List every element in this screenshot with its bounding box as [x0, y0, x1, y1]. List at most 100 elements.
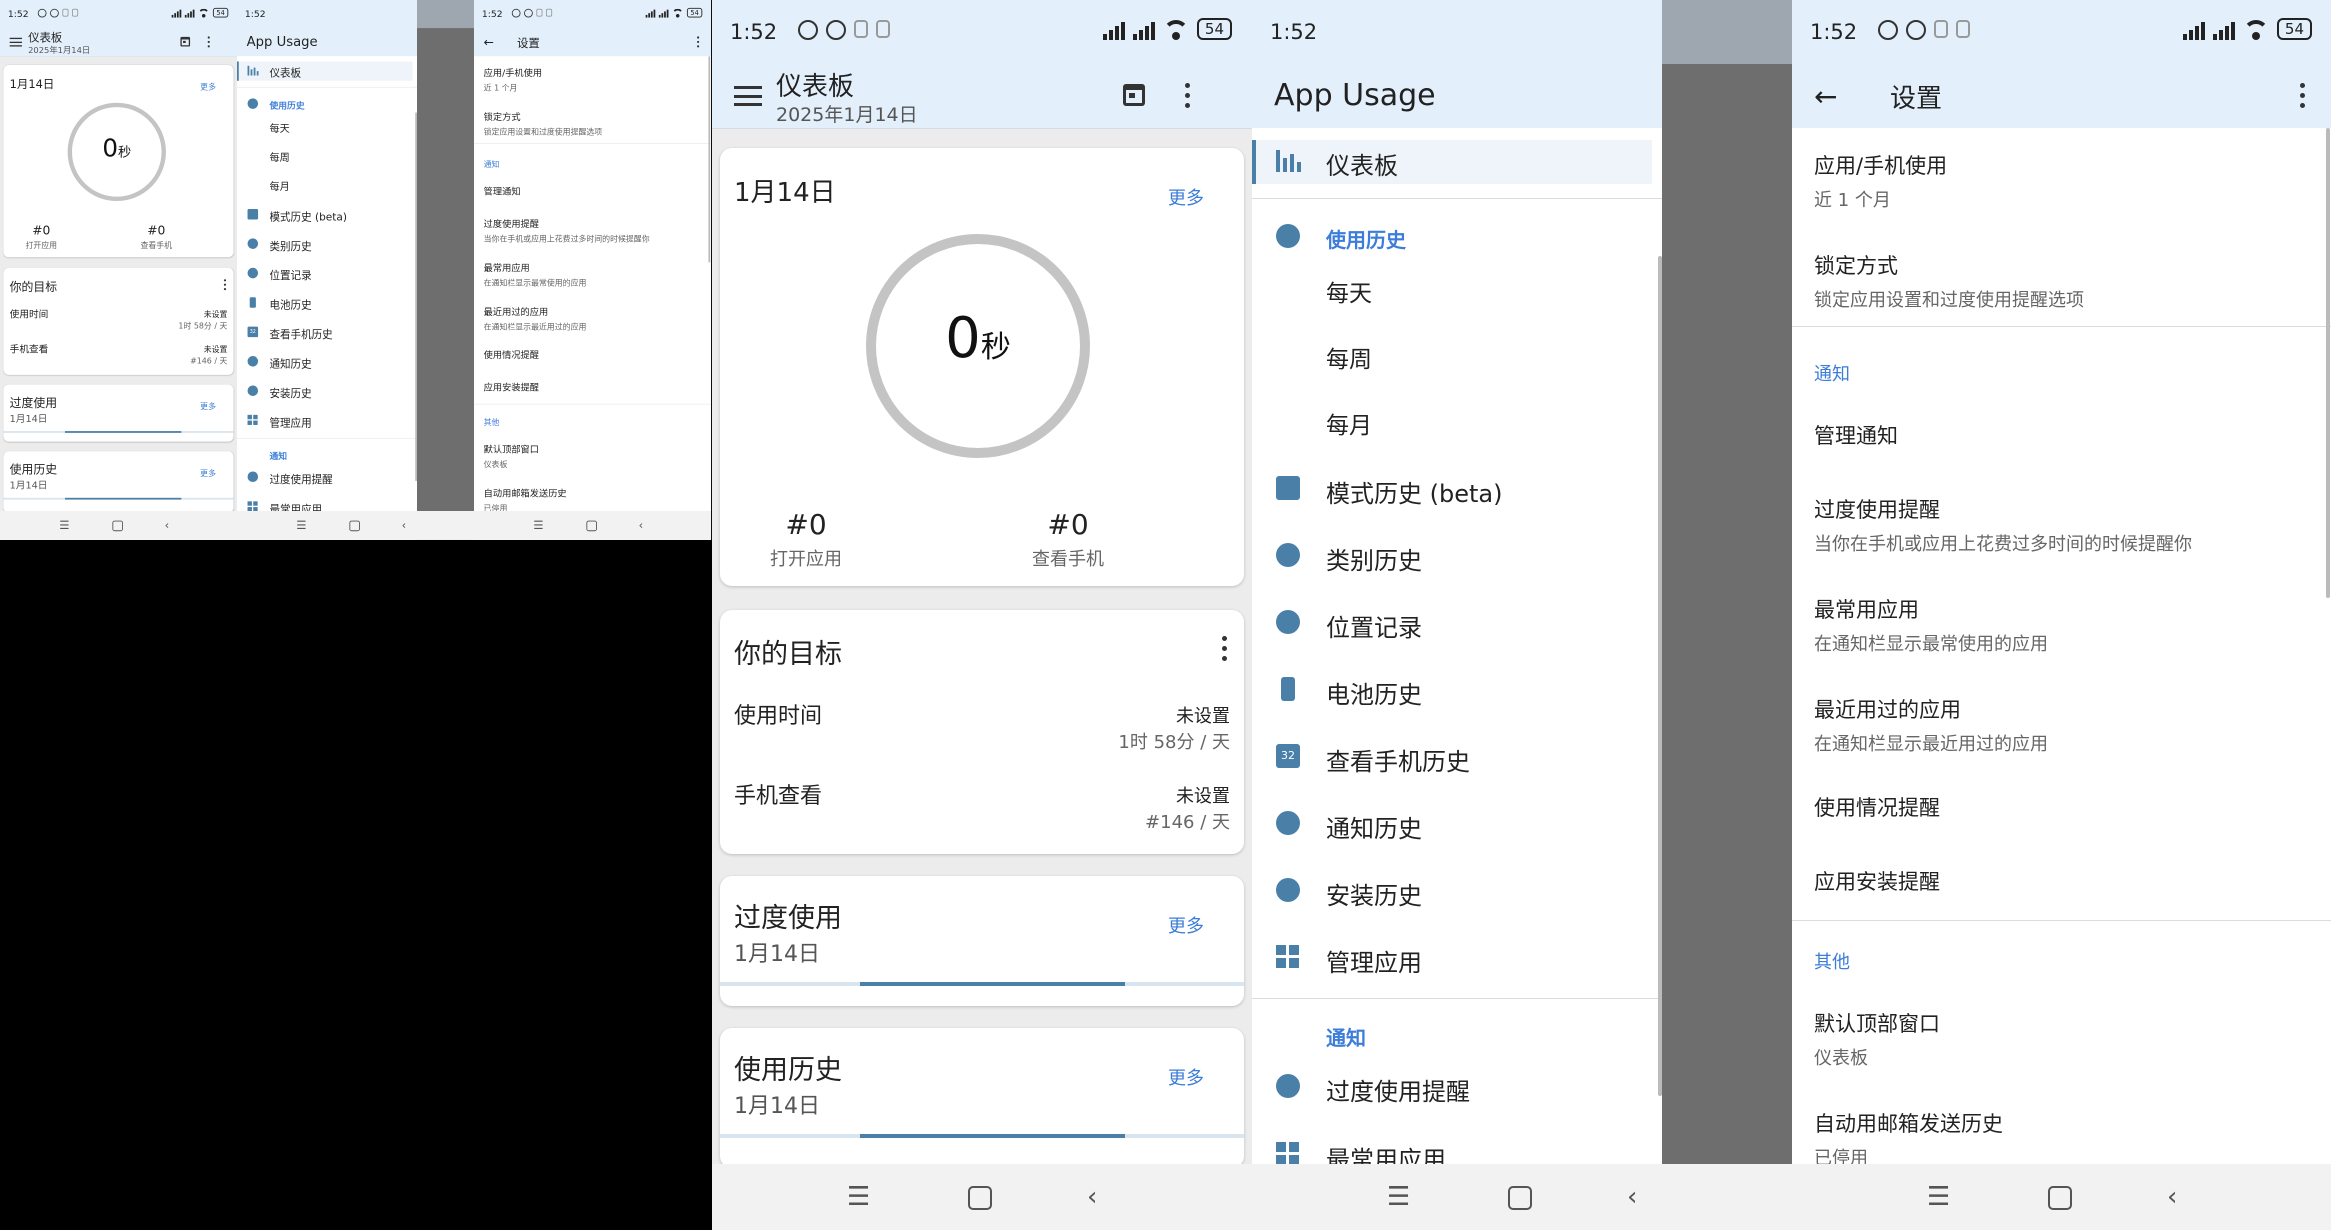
drawer-item-monthly[interactable]: 每月	[237, 176, 413, 195]
drawer-item-battery[interactable]: 电池历史	[1252, 669, 1652, 713]
drawer-item-installs[interactable]: 安装历史	[1252, 870, 1652, 914]
setting-frequent-apps[interactable]: 最常用应用 在通知栏显示最常使用的应用	[1814, 594, 2294, 656]
setting-recent-apps[interactable]: 最近用过的应用 在通知栏显示最近用过的应用	[1814, 694, 2294, 756]
drawer-item-daily[interactable]: 每天	[1252, 268, 1652, 312]
today-card[interactable]: 1月14日 更多 0秒 #0 打开应用 #0 查看手机	[720, 148, 1244, 586]
menu-icon[interactable]	[9, 37, 22, 47]
setting-manage-notifications[interactable]: 管理通知	[484, 184, 695, 197]
drawer-section-history[interactable]: 使用历史	[237, 95, 413, 114]
home-button[interactable]	[586, 520, 597, 532]
setting-lock-method[interactable]: 锁定方式 锁定应用设置和过度使用提醒选项	[1814, 250, 2294, 312]
drawer-item-category[interactable]: 类别历史	[237, 235, 413, 254]
drawer-item-overuse[interactable]: 过度使用提醒	[1252, 1066, 1652, 1110]
drawer-section-history[interactable]: 使用历史	[1252, 216, 1652, 260]
setting-default-window[interactable]: 默认顶部窗口 仪表板	[1814, 1008, 2294, 1070]
drawer-item-weekly[interactable]: 每周	[237, 147, 413, 166]
home-button[interactable]	[112, 520, 123, 532]
back-button[interactable]: ‹	[1087, 1182, 1097, 1212]
history-title: 使用历史	[734, 1055, 842, 1086]
recents-button[interactable]: ☰	[1387, 1182, 1410, 1212]
drawer-item-battery[interactable]: 电池历史	[237, 294, 413, 313]
goals-more-icon[interactable]	[1222, 636, 1228, 662]
more-options-icon[interactable]	[207, 36, 211, 48]
history-card[interactable]: 使用历史 1月14日 更多	[720, 1028, 1244, 1168]
home-button[interactable]	[349, 520, 360, 532]
overuse-card[interactable]: 过度使用 1月14日 更多	[720, 876, 1244, 1006]
setting-usage-reminder[interactable]: 使用情况提醒	[1814, 792, 2294, 822]
drawer-item-manage[interactable]: 管理应用	[237, 411, 413, 430]
back-arrow-icon[interactable]: ←	[484, 35, 494, 49]
drawer-item-location[interactable]: 位置记录	[1252, 602, 1652, 646]
history-card[interactable]: 使用历史 1月14日 更多	[3, 451, 234, 513]
setting-overuse-reminder[interactable]: 过度使用提醒 当你在手机或应用上花费过多时间的时候提醒你	[484, 217, 695, 244]
home-button[interactable]	[968, 1186, 992, 1210]
drawer-item-dashboard[interactable]: 仪表板	[237, 61, 413, 81]
setting-email-history[interactable]: 自动用邮箱发送历史 已停用	[1814, 1108, 2294, 1170]
drawer-item-pattern[interactable]: 模式历史 (beta)	[1252, 468, 1652, 512]
settings-scrollbar[interactable]	[2326, 128, 2330, 598]
history-more-link[interactable]: 更多	[200, 467, 216, 478]
drawer-item-daily[interactable]: 每天	[237, 118, 413, 137]
menu-icon[interactable]	[734, 86, 762, 106]
setting-usage-reminder[interactable]: 使用情况提醒	[484, 348, 695, 361]
today-more-link[interactable]: 更多	[1168, 184, 1204, 210]
overuse-more-link[interactable]: 更多	[200, 400, 216, 411]
setting-frequent-apps[interactable]: 最常用应用 在通知栏显示最常使用的应用	[484, 261, 695, 288]
setting-recent-apps[interactable]: 最近用过的应用 在通知栏显示最近用过的应用	[484, 305, 695, 332]
setting-manage-notifications[interactable]: 管理通知	[1814, 420, 2294, 450]
recents-button[interactable]: ☰	[296, 519, 306, 532]
back-button[interactable]: ‹	[1627, 1182, 1637, 1212]
home-button[interactable]	[1508, 1186, 1532, 1210]
goals-card[interactable]: 你的目标 使用时间 未设置 1时 58分 / 天 手机查看 未设置 #146 /…	[720, 610, 1244, 854]
drawer-item-installs[interactable]: 安装历史	[237, 382, 413, 401]
goals-card[interactable]: 你的目标 使用时间 未设置 1时 58分 / 天 手机查看 未设置 #146 /…	[3, 267, 234, 375]
setting-app-usage[interactable]: 应用/手机使用近 1 个月	[1814, 150, 2294, 212]
recents-button[interactable]: ☰	[59, 519, 69, 532]
more-options-icon[interactable]	[697, 36, 700, 48]
drawer-item-monthly[interactable]: 每月	[1252, 400, 1652, 444]
setting-install-reminder[interactable]: 应用安装提醒	[1814, 866, 2294, 896]
goals-more-icon[interactable]	[223, 279, 227, 291]
overuse-more-link[interactable]: 更多	[1168, 912, 1204, 938]
back-button[interactable]: ‹	[402, 519, 407, 532]
setting-default-window[interactable]: 默认顶部窗口 仪表板	[484, 443, 695, 470]
calendar-icon[interactable]	[1123, 84, 1145, 106]
drawer-item-unlocks[interactable]: 32 查看手机历史	[237, 323, 413, 342]
drawer-item-dashboard[interactable]: 仪表板	[1252, 140, 1652, 184]
drawer-item-weekly[interactable]: 每周	[1252, 334, 1652, 378]
setting-overuse-reminder[interactable]: 过度使用提醒 当你在手机或应用上花费过多时间的时候提醒你	[1814, 494, 2294, 556]
drawer-scrollbar[interactable]	[415, 112, 417, 482]
setting-app-usage[interactable]: 应用/手机使用近 1 个月	[484, 66, 695, 93]
drawer-item-notifications[interactable]: 通知历史	[1252, 803, 1652, 847]
drawer-item-location[interactable]: 位置记录	[237, 264, 413, 283]
drawer-item-unlocks[interactable]: 32 查看手机历史	[1252, 736, 1652, 780]
setting-lock-method[interactable]: 锁定方式 锁定应用设置和过度使用提醒选项	[484, 110, 695, 137]
setting-title: 最近用过的应用	[483, 306, 549, 317]
setting-install-reminder[interactable]: 应用安装提醒	[484, 380, 695, 393]
more-options-icon[interactable]	[2300, 83, 2306, 109]
settings-scrollbar[interactable]	[708, 56, 711, 263]
drawer-scrim[interactable]	[1662, 0, 1792, 1230]
drawer-item-category[interactable]: 类别历史	[1252, 535, 1652, 579]
drawer-item-pattern[interactable]: 模式历史 (beta)	[237, 205, 413, 224]
today-card[interactable]: 1月14日 更多 0秒 #0 打开应用 #0 查看手机	[3, 64, 234, 258]
recents-button[interactable]: ☰	[1927, 1182, 1950, 1212]
drawer-item-overuse[interactable]: 过度使用提醒	[237, 468, 413, 487]
drawer-scrim[interactable]	[416, 0, 474, 540]
today-more-link[interactable]: 更多	[200, 81, 216, 92]
back-button[interactable]: ‹	[165, 519, 170, 532]
calendar-icon[interactable]	[180, 36, 191, 47]
drawer-scrollbar[interactable]	[1658, 256, 1662, 1096]
setting-email-history[interactable]: 自动用邮箱发送历史 已停用	[484, 486, 695, 513]
overuse-card[interactable]: 过度使用 1月14日 更多	[3, 384, 234, 442]
home-button[interactable]	[2048, 1186, 2072, 1210]
back-button[interactable]: ‹	[639, 519, 644, 532]
history-more-link[interactable]: 更多	[1168, 1064, 1204, 1090]
more-options-icon[interactable]	[1185, 83, 1191, 109]
drawer-item-manage[interactable]: 管理应用	[1252, 937, 1652, 981]
recents-button[interactable]: ☰	[847, 1182, 870, 1212]
drawer-item-notifications[interactable]: 通知历史	[237, 353, 413, 372]
back-button[interactable]: ‹	[2167, 1182, 2177, 1212]
back-arrow-icon[interactable]: ←	[1814, 80, 1837, 113]
recents-button[interactable]: ☰	[533, 519, 543, 532]
